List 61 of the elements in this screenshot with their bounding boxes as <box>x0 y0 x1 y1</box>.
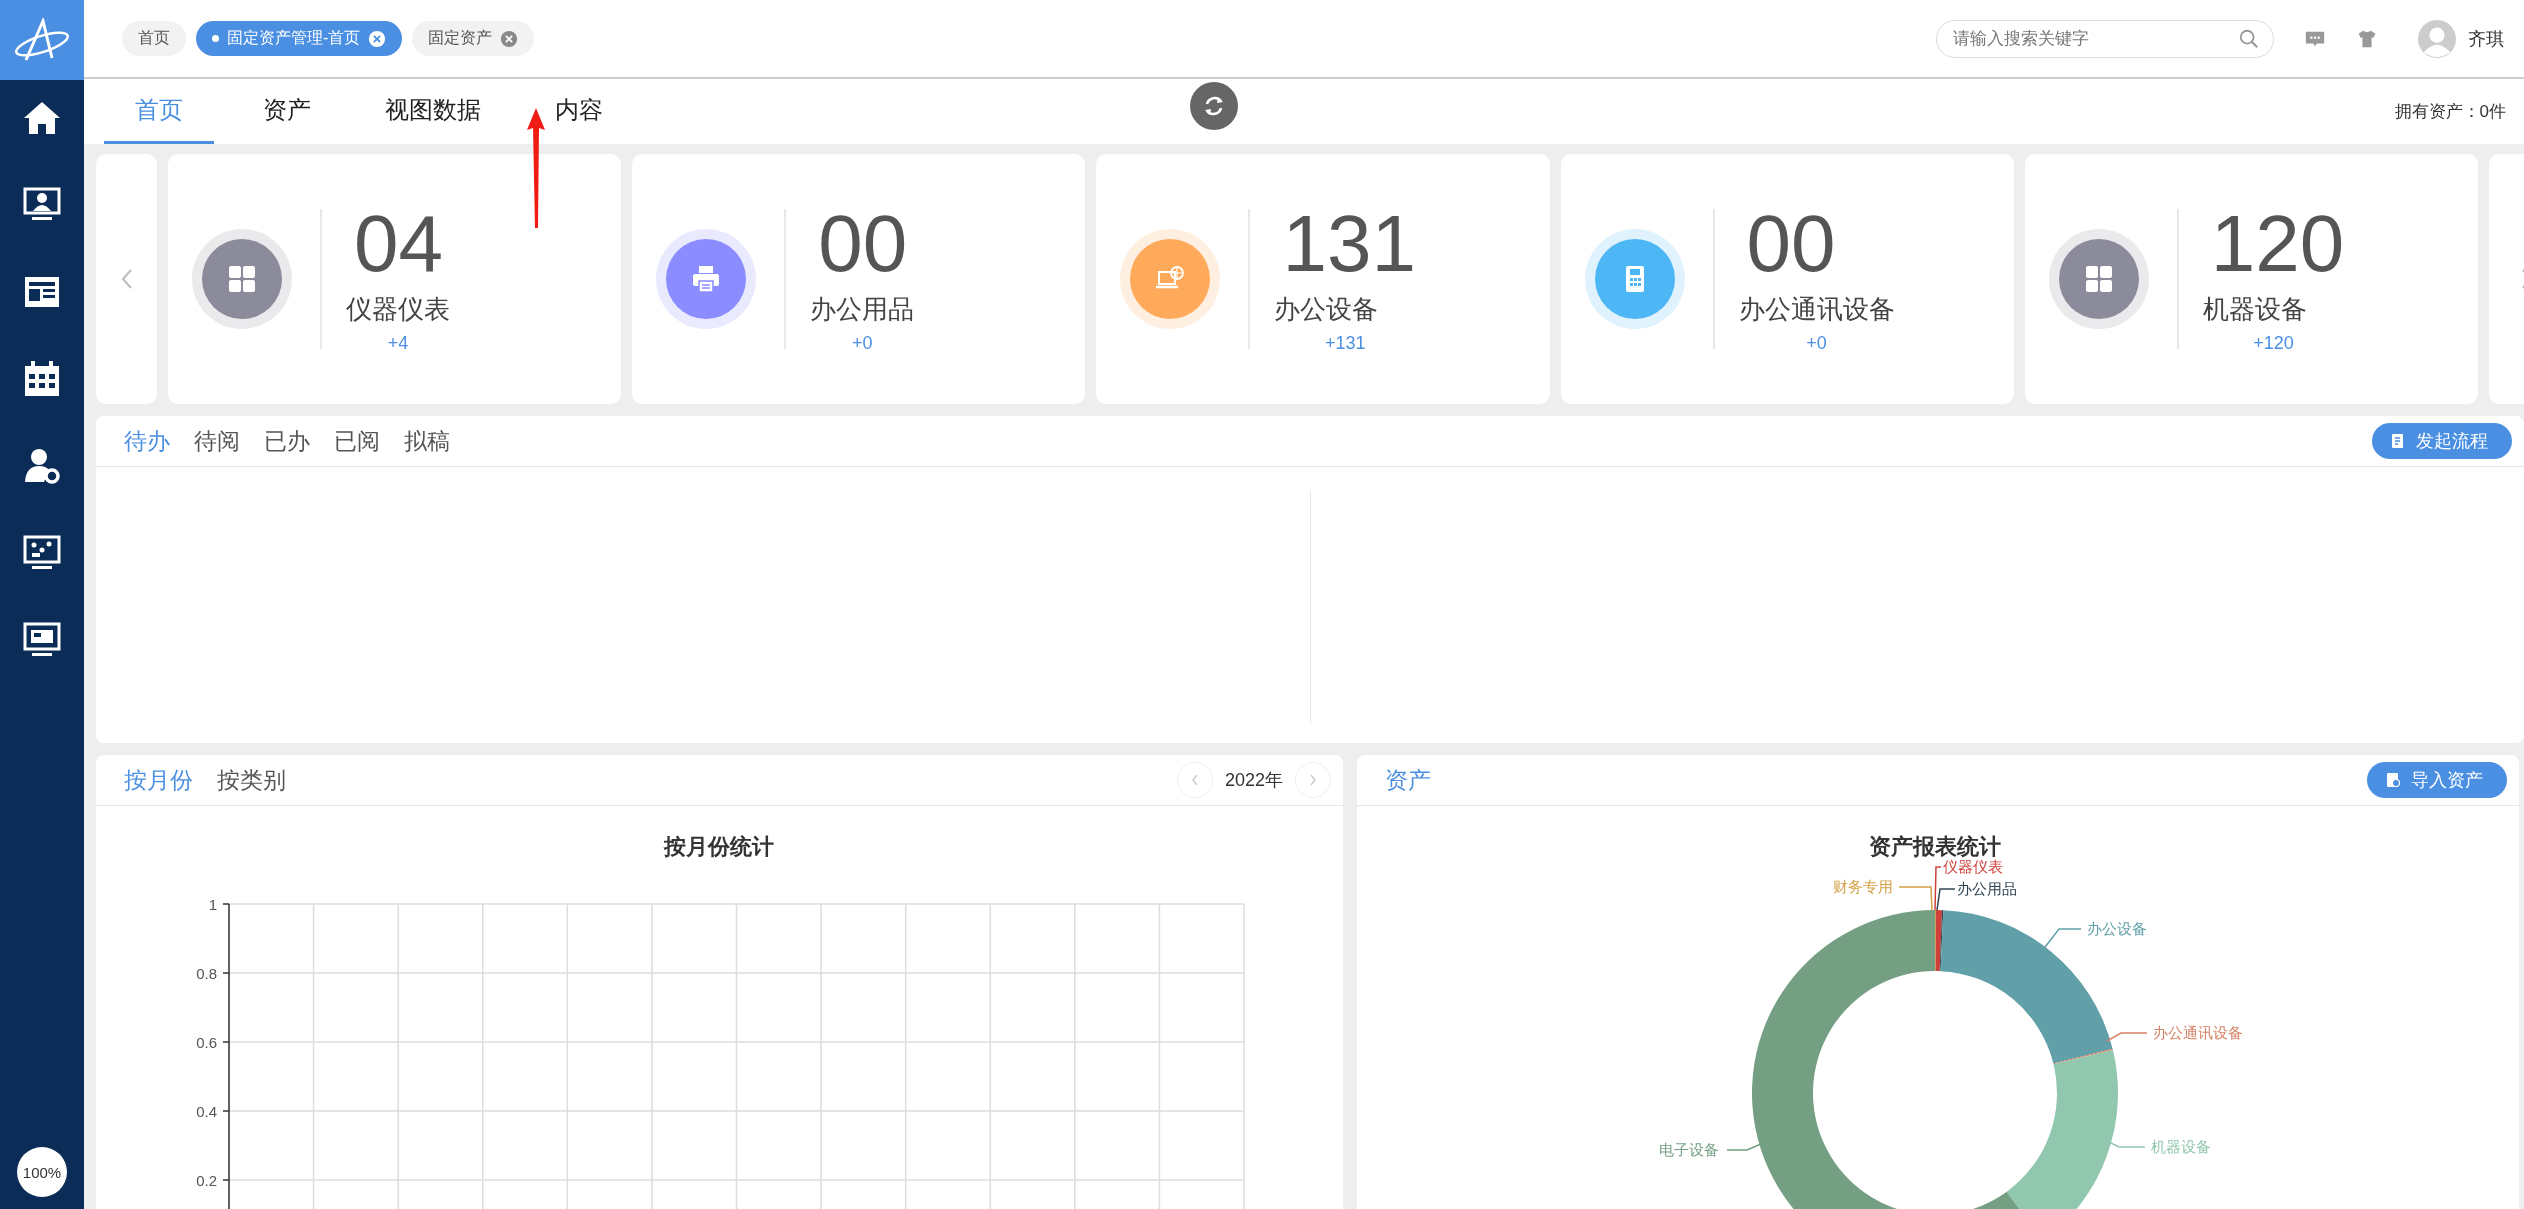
slice-label: 办公通讯设备 <box>2153 1024 2243 1041</box>
panel-title: 资产 <box>1385 765 1431 795</box>
close-icon[interactable] <box>500 29 519 48</box>
stat-label: 办公用品 <box>810 293 915 326</box>
asset-count: 拥有资产：0件 <box>2394 101 2506 123</box>
search-icon[interactable] <box>2238 27 2260 50</box>
dot-icon <box>212 35 219 42</box>
search-field[interactable]: 请输入搜索关键字 <box>1936 19 2274 58</box>
nav-tab[interactable]: 内容 <box>524 79 634 144</box>
stat-change: +0 <box>1806 333 1827 354</box>
stat-value: 131 <box>1282 204 1416 284</box>
user-gear-icon[interactable] <box>22 446 62 486</box>
stat-label: 办公通讯设备 <box>1738 293 1895 326</box>
todo-tab[interactable]: 已阅 <box>334 425 380 457</box>
nav-tab[interactable]: 资产 <box>232 79 342 144</box>
leader-line <box>1726 1143 1762 1151</box>
stat-change: +120 <box>2253 333 2294 354</box>
logo-icon <box>12 18 72 62</box>
nav-tab[interactable]: 视图数据 <box>360 79 506 144</box>
zoom-level-badge[interactable]: 100% <box>17 1147 67 1197</box>
stat-change: +4 <box>387 333 409 354</box>
slice-label: 机器设备 <box>2151 1138 2211 1155</box>
stat-value: 00 <box>1746 204 1836 284</box>
stat-tab[interactable]: 按类别 <box>217 764 286 796</box>
page-tag[interactable]: 首页 <box>122 21 186 56</box>
chart-title: 资产报表统计 <box>1869 834 2001 859</box>
chart-title: 按月份统计 <box>664 834 774 859</box>
leader-line <box>2106 1032 2148 1042</box>
calendar-icon[interactable] <box>22 359 62 399</box>
slice-label: 办公设备 <box>2087 920 2147 937</box>
y-tick-label: 0.6 <box>196 1034 217 1051</box>
y-tick-label: 0.8 <box>196 965 217 982</box>
y-tick-label: 0.4 <box>196 1103 217 1120</box>
document-icon <box>2390 433 2406 449</box>
slice-label: 财务专用 <box>1833 878 1893 895</box>
close-icon[interactable] <box>368 29 387 48</box>
chevron-right-icon <box>1308 773 1318 787</box>
stat-label: 仪器仪表 <box>346 293 450 326</box>
stat-value: 120 <box>2210 204 2345 284</box>
leader-line <box>2108 1141 2146 1148</box>
slice-label: 电子设备 <box>1659 1141 1719 1158</box>
todo-tab[interactable]: 已办 <box>264 425 310 457</box>
document-icon <box>2385 772 2401 788</box>
slice-label: 仪器仪表 <box>1943 858 2003 875</box>
y-tick-label: 1 <box>208 896 217 913</box>
refresh-button[interactable] <box>1190 82 1238 130</box>
stat-change: +0 <box>851 333 873 354</box>
chevron-left-icon <box>1189 773 1200 787</box>
year-label: 2022年 <box>1224 769 1283 792</box>
user-name[interactable]: 齐琪 <box>2468 26 2504 51</box>
stat-label: 机器设备 <box>2202 293 2307 326</box>
chevron-left-icon[interactable] <box>120 268 133 290</box>
todo-tab[interactable]: 拟稿 <box>404 425 450 457</box>
stat-change: +131 <box>1324 333 1366 354</box>
stat-value: 00 <box>818 204 908 284</box>
stat-label: 办公设备 <box>1274 293 1379 326</box>
todo-tab[interactable]: 待阅 <box>194 425 240 457</box>
page-tag[interactable]: 固定资产 <box>412 21 535 56</box>
stat-value: 04 <box>354 204 443 284</box>
y-tick-label: 0.2 <box>196 1172 217 1189</box>
slice-label: 办公用品 <box>1957 880 2017 897</box>
